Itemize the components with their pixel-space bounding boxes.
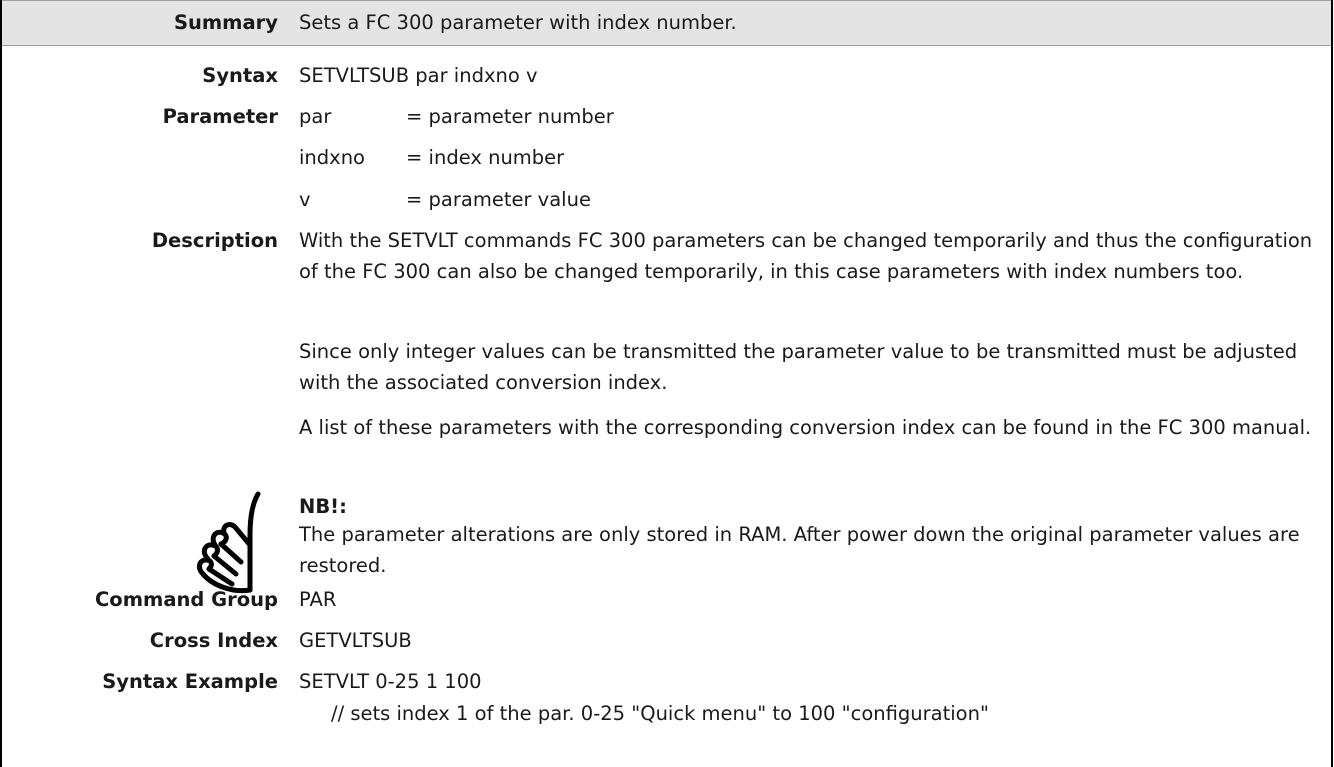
cross-index-label: Cross Index bbox=[149, 629, 278, 652]
note-title: NB!: bbox=[299, 495, 347, 518]
left-border bbox=[0, 0, 2, 767]
command-group-value: PAR bbox=[299, 588, 337, 611]
parameter-label: Parameter bbox=[162, 105, 278, 128]
hand-note-icon bbox=[196, 491, 261, 594]
syntax-example-label: Syntax Example bbox=[102, 670, 278, 693]
cross-index-value: GETVLTSUB bbox=[299, 629, 412, 652]
summary-text: Sets a FC 300 parameter with index numbe… bbox=[299, 11, 737, 34]
syntax-example-value: SETVLT 0-25 1 100 bbox=[299, 670, 482, 693]
description-paragraph: With the SETVLT commands FC 300 paramete… bbox=[299, 229, 1313, 283]
summary-label: Summary bbox=[173, 11, 278, 34]
command-reference-page: Summary Sets a FC 300 parameter with ind… bbox=[0, 0, 1334, 767]
parameter-name: par bbox=[299, 105, 332, 128]
syntax-example-comment: // sets index 1 of the par. 0-25 "Quick … bbox=[331, 702, 989, 725]
parameter-description: = parameter value bbox=[406, 188, 591, 211]
parameter-description: = index number bbox=[406, 146, 565, 169]
parameter-name: v bbox=[299, 188, 311, 211]
syntax-text: SETVLTSUB par indxno v bbox=[299, 64, 538, 87]
description-paragraph: A list of these parameters with the corr… bbox=[299, 416, 1312, 439]
parameter-name: indxno bbox=[299, 146, 365, 169]
note-text: The parameter alterations are only store… bbox=[299, 523, 1300, 577]
command-group-label: Command Group bbox=[95, 588, 278, 611]
right-border bbox=[1331, 0, 1333, 767]
syntax-label: Syntax bbox=[202, 64, 278, 87]
parameter-description: = parameter number bbox=[406, 105, 614, 128]
description-paragraph: Since only integer values can be transmi… bbox=[299, 340, 1298, 394]
description-label: Description bbox=[151, 229, 278, 252]
